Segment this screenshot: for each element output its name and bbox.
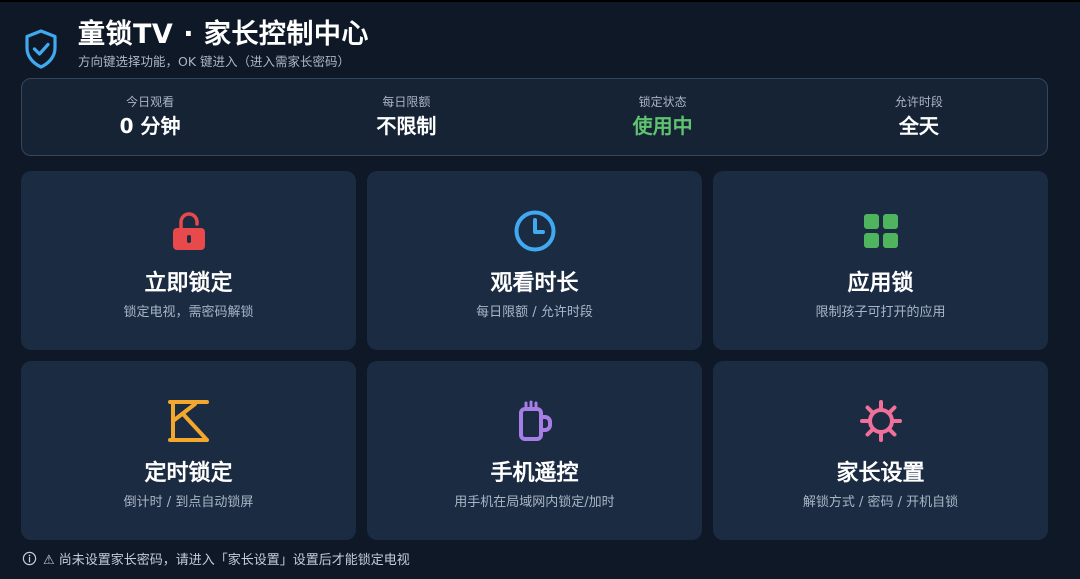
card-desc: 用手机在局域网内锁定/加时 — [454, 495, 615, 510]
card-title: 立即锁定 — [144, 271, 233, 296]
stats-panel: 今日观看 0 分钟 每日限额 不限制 锁定状态 使用中 允许时段 全天 — [21, 78, 1048, 156]
card-desc: 解锁方式 / 密码 / 开机自锁 — [802, 495, 959, 510]
gear-icon — [859, 400, 902, 442]
card-desc: 限制孩子可打开的应用 — [815, 305, 946, 320]
stat-daily-limit: 每日限额 不限制 — [278, 79, 534, 155]
stat-value: 0 分钟 — [119, 114, 181, 138]
stat-today-watch: 今日观看 0 分钟 — [22, 79, 278, 155]
card-timed-lock[interactable]: 定时锁定 倒计时 / 到点自动锁屏 — [21, 361, 356, 540]
timer-icon — [167, 400, 209, 442]
card-phone-remote[interactable]: 手机遥控 用手机在局域网内锁定/加时 — [367, 361, 702, 540]
page-title: 童锁TV · 家长控制中心 — [78, 19, 369, 50]
stat-label: 每日限额 — [382, 95, 431, 109]
stat-lock-status: 锁定状态 使用中 — [535, 79, 791, 155]
card-title: 观看时长 — [490, 271, 579, 296]
info-icon — [22, 551, 37, 566]
top-edge — [0, 0, 1080, 2]
card-app-lock[interactable]: 应用锁 限制孩子可打开的应用 — [713, 171, 1048, 350]
phone-remote-icon — [518, 400, 552, 441]
stat-value: 全天 — [898, 114, 939, 138]
card-title: 手机遥控 — [490, 461, 579, 486]
stat-label: 锁定状态 — [638, 95, 687, 109]
clock-icon — [514, 210, 555, 252]
card-desc: 锁定电视，需密码解锁 — [123, 305, 254, 320]
stat-value-status: 使用中 — [632, 114, 693, 138]
card-title: 应用锁 — [847, 271, 914, 296]
card-desc: 倒计时 / 到点自动锁屏 — [123, 495, 254, 510]
card-title: 定时锁定 — [144, 461, 233, 486]
apps-grid-icon — [863, 214, 898, 248]
stat-value: 不限制 — [376, 114, 437, 138]
card-desc: 每日限额 / 允许时段 — [476, 305, 593, 320]
card-parent-settings[interactable]: 家长设置 解锁方式 / 密码 / 开机自锁 — [713, 361, 1048, 540]
page-subtitle: 方向键选择功能，OK 键进入（进入需家长密码） — [78, 54, 351, 69]
stat-label: 允许时段 — [894, 95, 943, 109]
footer-text: ⚠ 尚未设置家长密码，请进入「家长设置」设置后才能锁定电视 — [43, 553, 410, 568]
shield-check-icon — [25, 29, 57, 69]
footer-warning: ⚠ 尚未设置家长密码，请进入「家长设置」设置后才能锁定电视 — [22, 549, 410, 568]
card-title: 家长设置 — [836, 461, 925, 486]
app-header: 童锁TV · 家长控制中心 方向键选择功能，OK 键进入（进入需家长密码） — [24, 19, 369, 70]
stat-allowed-period: 允许时段 全天 — [791, 79, 1047, 155]
card-lock-now[interactable]: 立即锁定 锁定电视，需密码解锁 — [21, 171, 356, 350]
card-watch-time[interactable]: 观看时长 每日限额 / 允许时段 — [367, 171, 702, 350]
stat-label: 今日观看 — [126, 95, 175, 109]
lock-icon — [172, 212, 205, 250]
